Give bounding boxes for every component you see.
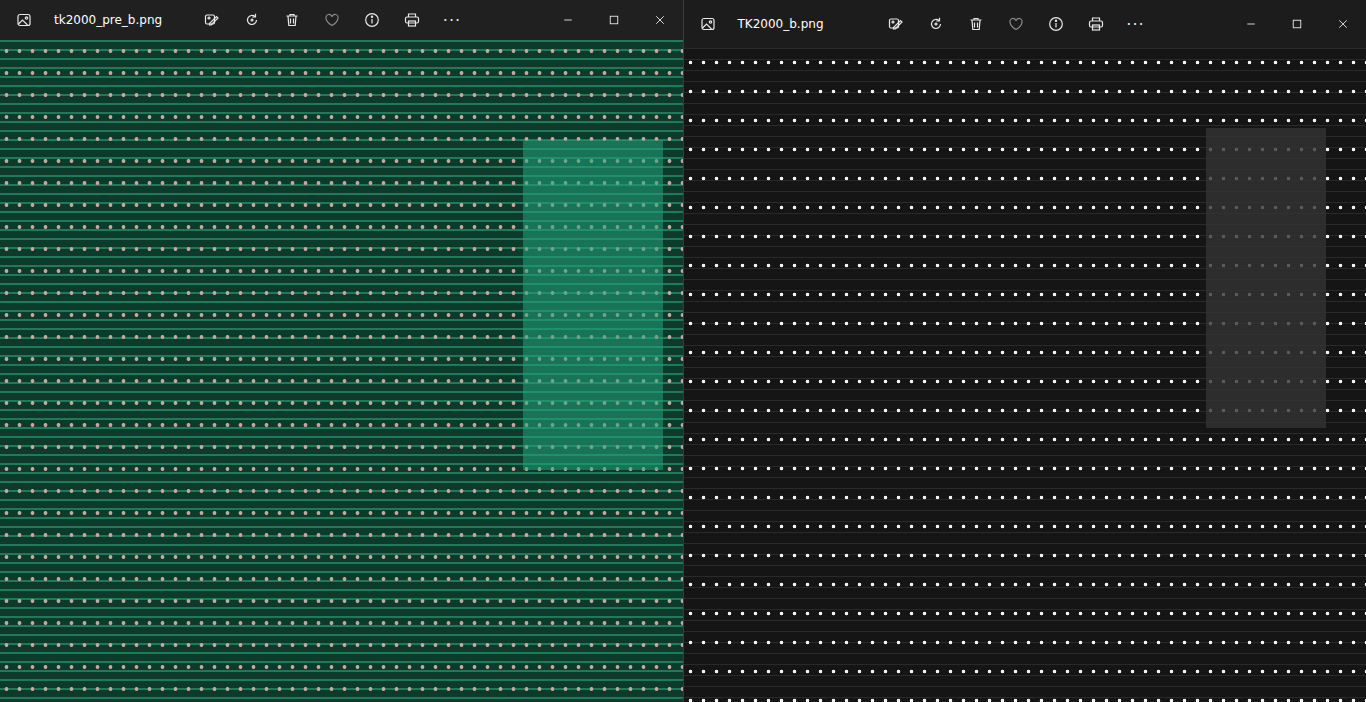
toolbar: ··· bbox=[876, 8, 1156, 40]
edit-image-button[interactable] bbox=[876, 8, 916, 40]
rotate-button[interactable] bbox=[232, 4, 272, 36]
close-icon bbox=[1337, 18, 1349, 30]
edit-image-icon bbox=[888, 16, 904, 32]
info-icon bbox=[364, 12, 380, 28]
info-button[interactable] bbox=[1036, 8, 1076, 40]
close-icon bbox=[654, 14, 666, 26]
window-title: tk2000_pre_b.png bbox=[48, 13, 192, 27]
favorite-heart-button[interactable] bbox=[996, 8, 1036, 40]
more-button[interactable]: ··· bbox=[432, 4, 472, 36]
photos-window: tk2000_pre_b.png ··· bbox=[0, 0, 683, 702]
delete-button[interactable] bbox=[956, 8, 996, 40]
info-icon bbox=[1048, 16, 1064, 32]
photos-app-icon bbox=[16, 12, 32, 28]
delete-icon bbox=[284, 12, 300, 28]
pcb-picture bbox=[684, 48, 1366, 702]
edit-image-button[interactable] bbox=[192, 4, 232, 36]
maximize-icon bbox=[1291, 18, 1303, 30]
print-icon bbox=[404, 12, 420, 28]
close-button[interactable] bbox=[1320, 8, 1366, 40]
minimize-icon bbox=[1245, 18, 1257, 30]
favorite-heart-icon bbox=[1008, 16, 1024, 32]
photos-app-icon bbox=[700, 16, 716, 32]
pcb-picture bbox=[0, 40, 683, 702]
rotate-icon bbox=[928, 16, 944, 32]
delete-button[interactable] bbox=[272, 4, 312, 36]
rotate-icon bbox=[244, 12, 260, 28]
window-controls bbox=[545, 4, 683, 36]
close-button[interactable] bbox=[637, 4, 683, 36]
title-bar: tk2000_pre_b.png ··· bbox=[0, 0, 683, 40]
maximize-icon bbox=[608, 14, 620, 26]
print-button[interactable] bbox=[392, 4, 432, 36]
maximize-button[interactable] bbox=[591, 4, 637, 36]
minimize-button[interactable] bbox=[545, 4, 591, 36]
title-bar: TK2000_b.png ··· bbox=[684, 0, 1366, 48]
maximize-button[interactable] bbox=[1274, 8, 1320, 40]
favorite-heart-icon bbox=[324, 12, 340, 28]
app-icon-box bbox=[0, 12, 48, 28]
window-title: TK2000_b.png bbox=[732, 17, 876, 31]
toolbar: ··· bbox=[192, 4, 472, 36]
print-button[interactable] bbox=[1076, 8, 1116, 40]
app-icon-box bbox=[684, 16, 732, 32]
minimize-button[interactable] bbox=[1228, 8, 1274, 40]
rotate-button[interactable] bbox=[916, 8, 956, 40]
edit-image-icon bbox=[204, 12, 220, 28]
print-icon bbox=[1088, 16, 1104, 32]
delete-icon bbox=[968, 16, 984, 32]
info-button[interactable] bbox=[352, 4, 392, 36]
photos-window: TK2000_b.png ··· bbox=[684, 0, 1366, 702]
favorite-heart-button[interactable] bbox=[312, 4, 352, 36]
window-controls bbox=[1228, 8, 1366, 40]
more-button[interactable]: ··· bbox=[1116, 8, 1156, 40]
minimize-icon bbox=[562, 14, 574, 26]
